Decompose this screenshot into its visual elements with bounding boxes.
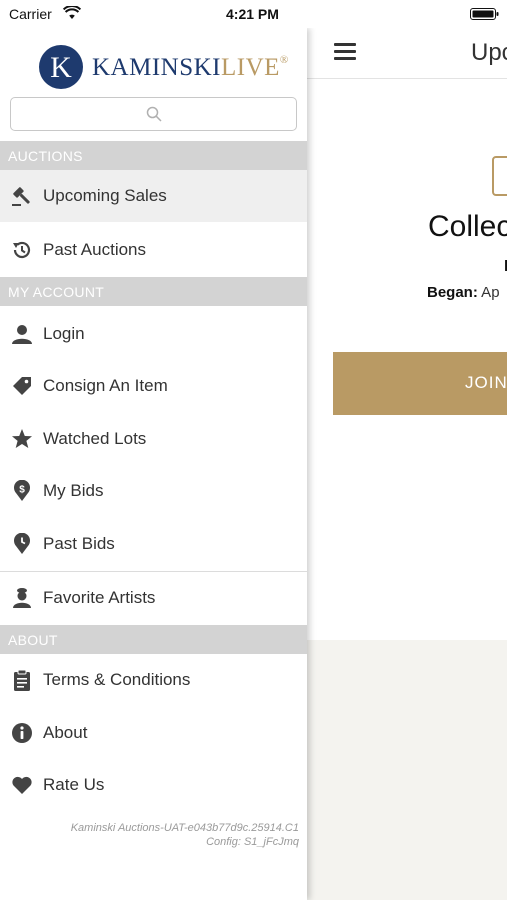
main-panel: Upc Collec I Began: Ap JOIN xyxy=(307,28,507,900)
clipboard-icon xyxy=(14,669,30,691)
menu-item-watched-lots[interactable]: Watched Lots xyxy=(0,413,307,465)
began-value: Ap xyxy=(477,284,500,301)
tag-icon xyxy=(13,377,31,395)
gavel-icon xyxy=(12,187,30,206)
clock-pin-icon xyxy=(14,533,30,554)
menu-label: Past Auctions xyxy=(43,240,147,259)
join-button[interactable]: JOIN xyxy=(333,352,507,415)
menu-item-past-auctions[interactable]: Past Auctions xyxy=(0,224,307,276)
menu-item-favorite-artists[interactable]: Favorite Artists xyxy=(0,572,307,624)
menu-icon[interactable] xyxy=(334,43,356,61)
menu-label: Favorite Artists xyxy=(43,588,156,607)
began-label: Began: xyxy=(427,284,478,301)
sale-began: Began: Ap xyxy=(427,284,500,301)
menu-label: Past Bids xyxy=(43,534,115,553)
section-header-auctions: AUCTIONS xyxy=(0,141,307,170)
menu-item-upcoming-sales[interactable]: Upcoming Sales xyxy=(0,170,307,222)
heart-icon xyxy=(12,776,32,794)
battery-icon xyxy=(470,8,499,20)
sale-card: Collec I Began: Ap JOIN xyxy=(307,80,507,640)
main-header: Upc xyxy=(307,28,507,79)
logo-letter: K xyxy=(50,51,72,84)
carrier-label: Carrier xyxy=(9,6,52,22)
page-title: Upc xyxy=(471,39,507,66)
brand-name-part1: KAMINSKI xyxy=(92,54,221,81)
search-input[interactable] xyxy=(11,98,296,130)
menu-label: Consign An Item xyxy=(43,376,168,395)
menu-item-consign[interactable]: Consign An Item xyxy=(0,360,307,412)
menu-label: Login xyxy=(43,324,85,343)
wifi-icon xyxy=(63,6,81,19)
menu-label: Rate Us xyxy=(43,775,105,794)
artist-icon xyxy=(13,588,31,608)
svg-text:$: $ xyxy=(19,485,25,496)
menu-label: Terms & Conditions xyxy=(43,670,191,689)
menu-label: About xyxy=(43,723,88,742)
brand-name-part2: LIVE xyxy=(221,54,280,81)
menu-label: Watched Lots xyxy=(43,429,147,448)
menu-item-terms[interactable]: Terms & Conditions xyxy=(0,654,307,706)
side-drawer: K KAMINSKILIVE® AUCTIONS Upcoming Sales … xyxy=(0,28,307,900)
menu-item-login[interactable]: Login xyxy=(0,308,307,360)
info-icon xyxy=(12,723,32,743)
menu-item-about[interactable]: About xyxy=(0,707,307,759)
main-footer-area xyxy=(307,640,507,900)
star-icon xyxy=(12,429,32,448)
status-bar: Carrier 4:21 PM xyxy=(0,0,507,28)
build-info: Kaminski Auctions-UAT-e043b77d9c.25914.C… xyxy=(71,821,299,849)
brand-name: KAMINSKILIVE® xyxy=(92,54,289,82)
menu-item-rate-us[interactable]: Rate Us xyxy=(0,759,307,811)
menu-item-past-bids[interactable]: Past Bids xyxy=(0,518,307,570)
registered-mark: ® xyxy=(279,54,289,66)
build-info-line2: Config: S1_jFcJmq xyxy=(206,836,299,848)
dollar-pin-icon: $ xyxy=(14,480,30,501)
history-icon xyxy=(13,241,31,259)
user-icon xyxy=(12,325,32,344)
sale-badge xyxy=(492,156,507,196)
menu-item-my-bids[interactable]: $ My Bids xyxy=(0,465,307,517)
status-time: 4:21 PM xyxy=(226,6,279,22)
menu-label: My Bids xyxy=(43,481,104,500)
logo-mark: K xyxy=(39,45,83,89)
menu-label: Upcoming Sales xyxy=(43,186,167,205)
section-header-my-account: MY ACCOUNT xyxy=(0,277,307,306)
section-header-about: ABOUT xyxy=(0,625,307,654)
build-info-line1: Kaminski Auctions-UAT-e043b77d9c.25914.C… xyxy=(70,822,299,834)
search-field[interactable] xyxy=(10,97,297,131)
sale-title: Collec xyxy=(428,210,507,243)
brand-logo: K KAMINSKILIVE® xyxy=(38,44,288,90)
